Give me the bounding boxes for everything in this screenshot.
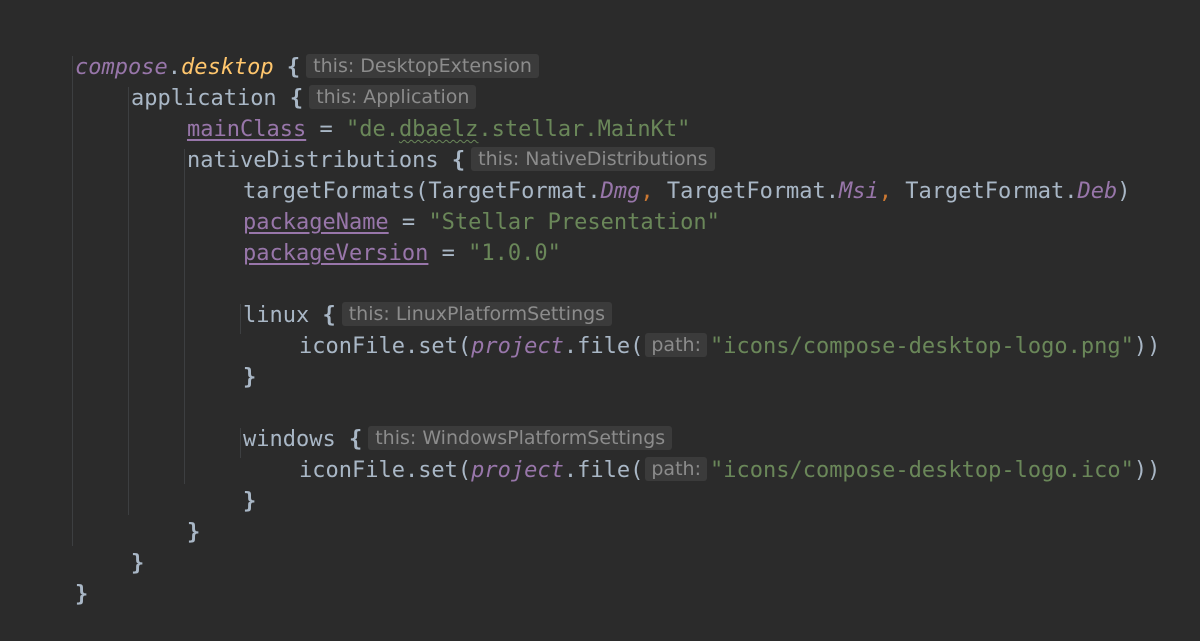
indent-guide bbox=[184, 149, 185, 484]
code-editor[interactable]: compose.desktop {this: DesktopExtension … bbox=[0, 0, 1200, 607]
close-paren: )) bbox=[1133, 334, 1161, 359]
close-brace: } bbox=[130, 551, 145, 576]
code-line-7[interactable]: packageVersion = "1.0.0" bbox=[190, 207, 561, 266]
indent-guide bbox=[72, 56, 73, 546]
inlay-hint-path: path: bbox=[645, 333, 707, 357]
code-line-10[interactable]: } bbox=[190, 331, 256, 390]
assign-operator: = bbox=[428, 241, 469, 266]
code-line-16[interactable]: } bbox=[22, 548, 88, 607]
function-call: .file( bbox=[563, 458, 644, 483]
close-paren: )) bbox=[1133, 458, 1161, 483]
string-literal: "1.0.0" bbox=[468, 241, 561, 266]
code-line-15[interactable]: } bbox=[78, 517, 144, 576]
enum-msi: Msi bbox=[839, 179, 879, 204]
code-line-2[interactable]: application {this: Application bbox=[78, 52, 477, 111]
code-line-12[interactable]: iconFile.set(project.file(path: "icons/co… bbox=[246, 424, 1160, 483]
identifier-project: project bbox=[471, 458, 564, 483]
code-line-5[interactable]: targetFormats(TargetFormat.Dmg, TargetFo… bbox=[190, 145, 1131, 204]
code-line-13[interactable]: } bbox=[190, 455, 256, 514]
close-brace: } bbox=[242, 365, 257, 390]
comma: , bbox=[878, 179, 893, 204]
code-line-6[interactable]: packageName = "Stellar Presentation" bbox=[190, 176, 720, 235]
property-packageversion: packageVersion bbox=[242, 241, 429, 266]
function-call: iconFile.set( bbox=[298, 334, 472, 359]
identifier-project: project bbox=[471, 334, 564, 359]
close-brace: } bbox=[186, 520, 201, 545]
code-line-11[interactable]: windows {this: WindowsPlatformSettings bbox=[190, 393, 673, 452]
code-line-9[interactable]: iconFile.set(project.file(path: "icons/co… bbox=[246, 300, 1160, 359]
close-brace: } bbox=[74, 582, 89, 607]
close-brace: } bbox=[242, 489, 257, 514]
string-literal: "icons/compose-desktop-logo.png" bbox=[709, 334, 1134, 359]
code-line-8[interactable]: linux {this: LinuxPlatformSettings bbox=[190, 269, 613, 328]
code-line-3[interactable]: mainClass = "de.dbaelz.stellar.MainKt" bbox=[134, 83, 690, 142]
code-line-14[interactable]: } bbox=[134, 486, 200, 545]
enum-deb: Deb bbox=[1077, 179, 1118, 204]
function-call: .file( bbox=[563, 334, 644, 359]
indent-guide bbox=[128, 87, 129, 515]
code-line-4[interactable]: nativeDistributions {this: NativeDistrib… bbox=[134, 114, 715, 173]
string-literal: "icons/compose-desktop-logo.ico" bbox=[709, 458, 1134, 483]
inlay-hint-path: path: bbox=[645, 457, 707, 481]
close-paren: ) bbox=[1117, 179, 1131, 204]
code-line-1[interactable]: compose.desktop {this: DesktopExtension bbox=[22, 21, 539, 80]
qualifier: TargetFormat. bbox=[892, 179, 1078, 204]
function-call: iconFile.set( bbox=[298, 458, 472, 483]
